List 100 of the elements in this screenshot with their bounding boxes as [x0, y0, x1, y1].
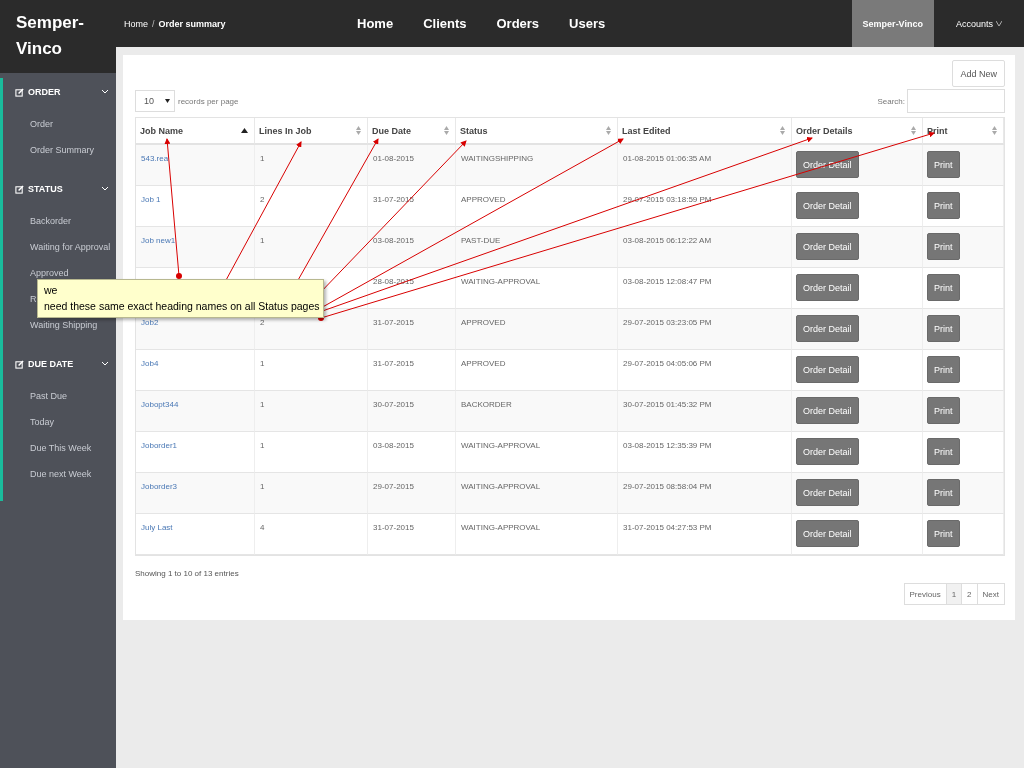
cell-text: 1 — [260, 482, 265, 491]
job-link[interactable]: Joborder3 — [141, 482, 178, 491]
cell-text: PAST-DUE — [461, 236, 501, 245]
sidebar-item[interactable]: Backorder — [30, 216, 72, 226]
sidebar-item[interactable]: Due This Week — [30, 443, 92, 453]
cell-text: APPROVED — [461, 359, 506, 368]
sidebar-item[interactable]: Order — [30, 119, 53, 129]
add-new-button[interactable]: Add New — [952, 60, 1005, 87]
nav-link[interactable]: Home — [357, 16, 394, 31]
sidebar-item[interactable]: Due next Week — [30, 469, 92, 479]
print-button[interactable]: Print — [927, 520, 960, 547]
order-detail-button[interactable]: Order Detail — [796, 438, 859, 465]
edit-icon — [15, 87, 24, 97]
cell-text: 03-08-2015 06:12:22 AM — [623, 236, 712, 245]
cell-text: 4 — [260, 523, 265, 532]
order-detail-button[interactable]: Order Detail — [796, 274, 859, 301]
search-label: Search: — [877, 96, 905, 106]
user-menu-item[interactable]: Semper-Vinco — [851, 0, 934, 47]
cell-text: 31-07-2015 04:27:53 PM — [623, 523, 712, 532]
order-detail-button[interactable]: Order Detail — [796, 192, 859, 219]
sidebar-item[interactable]: Past Due — [30, 391, 68, 401]
cell-text: 03-08-2015 — [373, 236, 414, 245]
cell-text: 29-07-2015 08:58:04 PM — [623, 482, 712, 491]
cell-text: 1 — [260, 359, 265, 368]
user-menu-item[interactable]: Accounts — [933, 0, 1024, 47]
chevron-icon — [102, 362, 108, 366]
brand-logo[interactable]: Semper-Vinco — [0, 0, 116, 73]
cell-text: 03-08-2015 — [373, 441, 414, 450]
cell-text: 31-07-2015 — [373, 359, 414, 368]
order-detail-button[interactable]: Order Detail — [796, 356, 859, 383]
nav-link[interactable]: Clients — [423, 16, 467, 31]
print-button[interactable]: Print — [927, 315, 960, 342]
print-button[interactable]: Print — [927, 151, 960, 178]
cell-text: 30-07-2015 01:45:32 PM — [623, 400, 712, 409]
sidebar-item[interactable]: Approved — [30, 268, 69, 278]
cell-text: 2 — [260, 195, 265, 204]
cell-text: 2 — [260, 318, 265, 327]
cell-text: 1 — [260, 236, 265, 245]
job-link[interactable]: Job 1 — [141, 195, 161, 204]
print-button[interactable]: Print — [927, 274, 960, 301]
cell-text: APPROVED — [461, 195, 506, 204]
cell-text: WAITING-APPROVAL — [461, 277, 541, 286]
callout-text: we — [44, 283, 58, 298]
nav-link[interactable]: Users — [569, 16, 606, 31]
order-detail-button[interactable]: Order Detail — [796, 397, 859, 424]
sidebar-group-header[interactable]: STATUS — [3, 175, 116, 203]
order-detail-button[interactable]: Order Detail — [796, 233, 859, 260]
job-link[interactable]: Jobopt344 — [141, 400, 179, 409]
order-detail-button[interactable]: Order Detail — [796, 315, 859, 342]
cell-text: WAITING-APPROVAL — [461, 482, 541, 491]
cell-text: 29-07-2015 — [373, 482, 414, 491]
order-detail-button[interactable]: Order Detail — [796, 151, 859, 178]
job-link[interactable]: Job new1 — [141, 236, 176, 245]
search-field[interactable] — [907, 89, 1005, 113]
sidebar-item[interactable]: Order Summary — [30, 145, 94, 155]
entries-info: Showing 1 to 10 of 13 entries — [135, 569, 240, 578]
sidebar-item[interactable]: R — [30, 294, 37, 304]
cell-text: 1 — [260, 154, 265, 163]
sidebar-item[interactable]: Waiting Shipping — [30, 320, 98, 330]
sidebar-group-header[interactable]: DUE DATE — [3, 350, 116, 378]
cell-text: 03-08-2015 12:08:47 PM — [623, 277, 712, 286]
job-link[interactable]: Job2 — [141, 318, 159, 327]
sidebar-group-header[interactable]: ORDER — [3, 78, 116, 106]
job-link[interactable]: Joborder1 — [141, 441, 178, 450]
cell-text: 31-07-2015 — [373, 318, 414, 327]
nav-link[interactable]: Orders — [496, 16, 540, 31]
order-detail-button[interactable]: Order Detail — [796, 520, 859, 547]
breadcrumb-item[interactable]: Home — [124, 18, 148, 29]
print-button[interactable]: Print — [927, 438, 960, 465]
print-button[interactable]: Print — [927, 397, 960, 424]
cell-text: WAITINGSHIPPING — [461, 154, 534, 163]
job-link[interactable]: July Last — [141, 523, 173, 532]
edit-icon — [15, 184, 24, 194]
edit-icon — [15, 359, 24, 369]
print-button[interactable]: Print — [927, 479, 960, 506]
print-button[interactable]: Print — [927, 233, 960, 260]
cell-text: 30-07-2015 — [373, 400, 414, 409]
page-size-select[interactable]: 10 — [135, 90, 175, 112]
job-link[interactable]: 543.rea — [141, 154, 169, 163]
cell-text: 01-08-2015 — [373, 154, 414, 163]
breadcrumb-separator: / — [152, 18, 155, 29]
cell-text: 29-07-2015 04:05:06 PM — [623, 359, 712, 368]
chevron-icon — [102, 187, 108, 191]
sidebar-item[interactable]: Waiting for Approval — [30, 242, 111, 252]
chevron-icon — [102, 90, 108, 94]
cell-text: 1 — [260, 400, 265, 409]
print-button[interactable]: Print — [927, 192, 960, 219]
page-size-label: records per page — [178, 96, 239, 106]
sidebar-item[interactable]: Today — [30, 417, 55, 427]
print-button[interactable]: Print — [927, 356, 960, 383]
page-link[interactable]: Next — [976, 583, 1005, 605]
job-link[interactable]: Job4 — [141, 359, 159, 368]
page-link[interactable]: 2 — [961, 583, 978, 605]
breadcrumb-item: Order summary — [158, 18, 226, 29]
page-link[interactable]: Previous — [903, 583, 947, 605]
cell-text: 1 — [260, 441, 265, 450]
callout-text: need these same exact heading names on all Status pages — [44, 299, 320, 314]
order-detail-button[interactable]: Order Detail — [796, 479, 859, 506]
caret-icon — [165, 99, 170, 103]
cell-text: 03-08-2015 12:35:39 PM — [623, 441, 712, 450]
